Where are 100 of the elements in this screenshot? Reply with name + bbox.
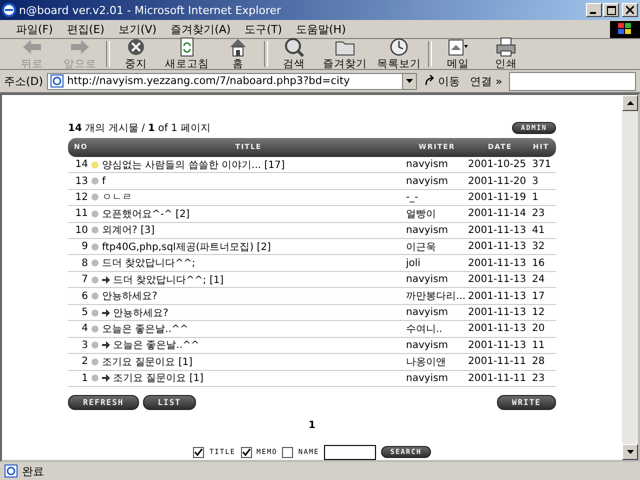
toolbar-button[interactable]: 홈 xyxy=(216,37,260,71)
writer-name[interactable]: 수여니.. xyxy=(406,322,468,336)
hit-count: 20 xyxy=(532,323,546,334)
post-title-link[interactable]: 조기요 질문이요 [1] xyxy=(113,371,204,386)
post-date: 2001-11-19 xyxy=(468,192,528,203)
hit-count: 12 xyxy=(532,307,546,318)
table-row[interactable]: 2 조기요 질문이요 [1] 나옹이앤 2001-11-11 28 xyxy=(68,354,556,371)
table-row[interactable]: 14 양심없는 사람들의 씁쓸한 이야기... [17] navyism 2001-10-25 371 xyxy=(68,156,556,174)
toolbar-button[interactable]: 인쇄 xyxy=(484,37,528,71)
browser-icon xyxy=(2,3,16,17)
menu-item[interactable]: 편집(E) xyxy=(66,22,104,36)
writer-name[interactable]: 이근욱 xyxy=(406,240,468,254)
toolbar-button[interactable]: 메일 xyxy=(436,37,480,71)
table-row[interactable]: 1 조기요 질문이요 [1] navyism 2001-11-11 23 xyxy=(68,370,556,387)
table-row[interactable]: 13 f navyism 2001-11-20 3 xyxy=(68,173,556,190)
post-title-link[interactable]: 안뇽하세요? xyxy=(113,306,168,320)
hit-count: 41 xyxy=(532,224,546,236)
table-row[interactable]: 8 드더 찾았답니다^^; joli 2001-11-13 16 xyxy=(68,255,556,272)
links-button[interactable]: 연결 » xyxy=(467,74,506,88)
toolbar-button[interactable]: 즐겨찾기 xyxy=(320,37,370,71)
checkbox[interactable] xyxy=(240,446,252,458)
post-title-link[interactable]: f xyxy=(102,176,106,187)
maximize-icon xyxy=(606,6,616,14)
checkbox[interactable] xyxy=(282,446,294,458)
menu-item[interactable]: 보기(V) xyxy=(118,22,157,36)
post-title-link[interactable]: ㅇㄴㄹ xyxy=(102,190,132,204)
table-row[interactable]: 5 안뇽하세요? navyism 2001-11-13 12 xyxy=(68,304,556,322)
table-row[interactable]: 11 오픈했어요^-^ [2] 얼빵이 2001-11-14 23 xyxy=(68,206,556,223)
writer-name[interactable]: joli xyxy=(406,258,468,269)
windows-logo xyxy=(610,20,640,38)
scrollbar[interactable] xyxy=(622,95,638,460)
maximize-button[interactable] xyxy=(603,3,619,17)
post-number: 1 xyxy=(80,372,88,384)
writer-name[interactable]: navyism xyxy=(406,340,468,351)
table-row[interactable]: 7 드더 찾았답니다^^; [1] navyism 2001-11-13 24 xyxy=(68,272,556,288)
post-date: 2001-11-13 xyxy=(468,340,528,351)
hit-count: 23 xyxy=(532,208,546,220)
dropdown-icon xyxy=(402,74,416,88)
writer-name[interactable]: 얼빵이 xyxy=(406,206,468,221)
table-row[interactable]: 12 ㅇㄴㄹ -_- 2001-11-19 1 xyxy=(68,190,556,206)
writer-name[interactable]: navyism xyxy=(406,224,468,236)
post-count: 14 개의 게시물 / 1 of 1 페이지 xyxy=(68,122,211,135)
write-button[interactable]: WRITE xyxy=(496,394,556,410)
post-title-link[interactable]: 조기요 질문이요 [1] xyxy=(102,354,193,369)
minimize-button[interactable] xyxy=(586,3,602,17)
printer-icon xyxy=(495,37,517,57)
writer-name[interactable]: 까만봉다리... xyxy=(406,289,468,304)
address-field[interactable]: http://navyism.yezzang.com/7/naboard.php3?bd=city xyxy=(47,72,418,90)
post-title-link[interactable]: 외계어? [3] xyxy=(102,223,155,238)
toolbar-button[interactable]: 목록보기 xyxy=(374,37,424,71)
page-icon xyxy=(4,464,18,478)
post-title-link[interactable]: 오늘은 좋은날..^^ xyxy=(102,322,188,336)
window-title: n@board ver.v2.01 - Microsoft Internet Explorer xyxy=(19,4,282,16)
go-button[interactable]: 이동 xyxy=(421,74,464,88)
writer-name[interactable]: navyism xyxy=(406,307,468,318)
post-title-link[interactable]: ftp40G,php,sql제공(파트너모집) [2] xyxy=(102,240,271,254)
menu-item[interactable]: 도구(T) xyxy=(244,22,282,36)
post-title-link[interactable]: 양심없는 사람들의 씁쓸한 이야기... [17] xyxy=(102,158,285,172)
page-icon xyxy=(50,74,64,88)
post-date: 2001-11-13 xyxy=(468,224,528,236)
hit-count: 24 xyxy=(532,274,546,286)
writer-name[interactable]: navyism xyxy=(406,176,468,187)
clock-icon xyxy=(388,37,410,57)
writer-name[interactable]: navyism xyxy=(406,274,468,286)
hit-count: 11 xyxy=(532,340,546,351)
board-button[interactable]: REFRESH xyxy=(68,394,139,410)
post-number: 13 xyxy=(74,176,88,187)
hit-count: 16 xyxy=(532,258,546,269)
writer-name[interactable]: 나옹이앤 xyxy=(406,354,468,369)
post-date: 2001-11-13 xyxy=(468,323,528,334)
scroll-up-icon[interactable] xyxy=(622,95,638,111)
toolbar-button[interactable]: 새로고침 xyxy=(162,37,212,71)
post-title-link[interactable]: 드더 찾았답니다^^; xyxy=(102,256,196,270)
post-date: 2001-11-14 xyxy=(468,208,528,220)
menu-item[interactable]: 즐겨찾기(A) xyxy=(170,22,231,36)
page-number-link[interactable]: 1 xyxy=(308,420,316,431)
table-row[interactable]: 3 오늘은 좋은날..^^ navyism 2001-11-13 11 xyxy=(68,338,556,354)
post-title-link[interactable]: 오늘은 좋은날..^^ xyxy=(113,338,200,352)
right-arrow-icon xyxy=(69,37,91,57)
toolbar-button[interactable]: 검색 xyxy=(272,37,316,71)
writer-name[interactable]: navyism xyxy=(406,372,468,384)
close-button[interactable] xyxy=(622,3,638,17)
checkbox[interactable] xyxy=(193,446,204,458)
menu-item[interactable]: 파일(F) xyxy=(16,22,53,36)
scroll-down-icon[interactable] xyxy=(622,444,638,460)
search-field[interactable] xyxy=(324,444,376,460)
writer-name[interactable]: navyism xyxy=(406,159,468,170)
table-row[interactable]: 10 외계어? [3] navyism 2001-11-13 41 xyxy=(68,222,556,240)
menu-item[interactable]: 도움말(H) xyxy=(296,22,346,36)
post-date: 2001-11-13 xyxy=(468,307,528,318)
table-row[interactable]: 4 오늘은 좋은날..^^ 수여니.. 2001-11-13 20 xyxy=(68,321,556,338)
table-row[interactable]: 6 안뇽하세요? 까만봉다리... 2001-11-13 17 xyxy=(68,288,556,305)
table-row[interactable]: 9 ftp40G,php,sql제공(파트너모집) [2] 이근욱 2001-11-13 32 xyxy=(68,239,556,256)
post-title-link[interactable]: 드더 찾았답니다^^; [1] xyxy=(113,272,224,287)
post-title-link[interactable]: 안뇽하세요? xyxy=(102,289,158,304)
post-date: 2001-11-13 xyxy=(468,274,528,286)
post-title-link[interactable]: 오픈했어요^-^ [2] xyxy=(102,206,190,221)
toolbar-button[interactable]: 중지 xyxy=(114,37,158,71)
writer-name[interactable]: -_- xyxy=(406,192,468,203)
board-button[interactable]: LIST xyxy=(142,394,196,410)
